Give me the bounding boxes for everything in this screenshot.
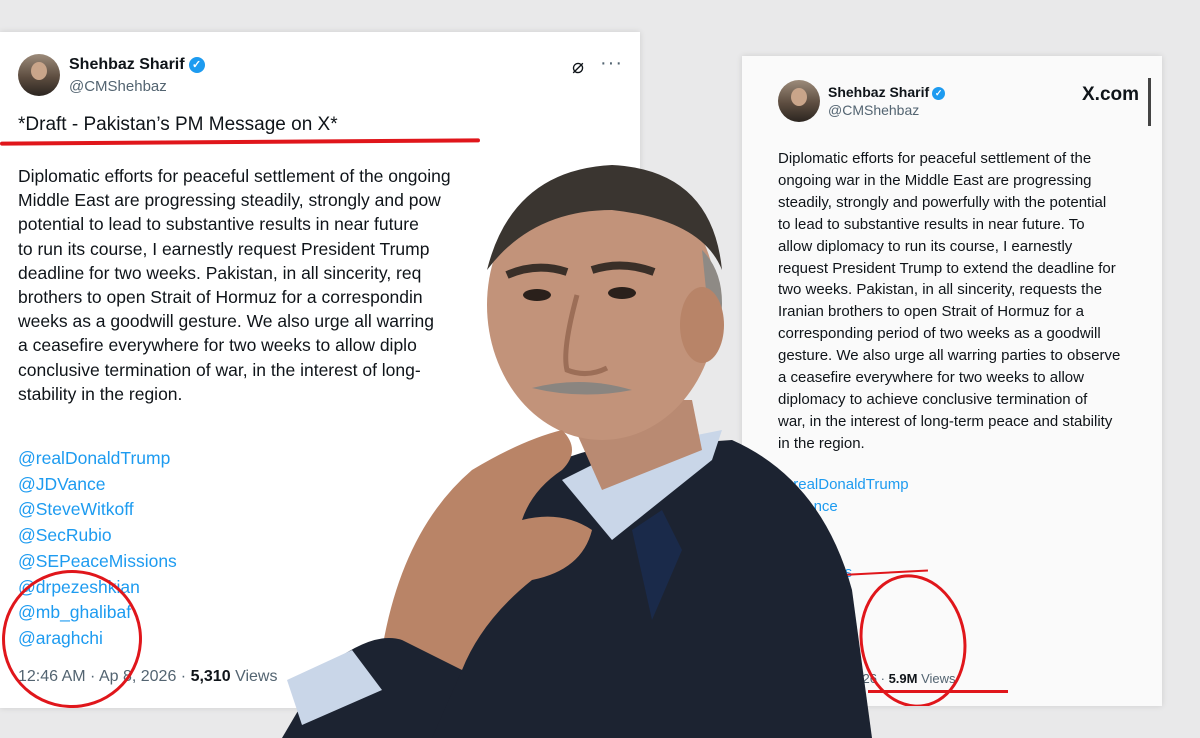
divider (1148, 78, 1151, 126)
views-count: 5,310 (190, 668, 231, 685)
avatar[interactable] (18, 54, 60, 96)
grok-icon[interactable]: ⌀ (572, 54, 584, 79)
red-underline-annotation (0, 138, 481, 146)
author-handle[interactable]: @CMShehbaz (828, 102, 919, 118)
author-handle[interactable]: @CMShehbaz (69, 78, 167, 95)
draft-header: *Draft - Pakistan’s PM Message on X* (18, 114, 338, 135)
more-options-icon[interactable]: ··· (600, 52, 623, 75)
author-name[interactable]: Shehbaz Sharif ✓ (69, 56, 205, 74)
mention-link[interactable]: @SecRubio (18, 523, 177, 549)
avatar[interactable] (778, 80, 820, 122)
author-name-text: Shehbaz Sharif (828, 84, 930, 100)
x-com-logo: X.com (1082, 84, 1140, 105)
red-underline-annotation (868, 690, 1008, 693)
mention-link[interactable]: @JDVance (18, 472, 177, 498)
mention-link[interactable]: @realDonaldTrump (18, 446, 177, 472)
mention-link[interactable]: @SEPeaceMissions (18, 549, 177, 575)
author-name-text: Shehbaz Sharif (69, 56, 185, 73)
verified-badge-icon: ✓ (932, 86, 946, 100)
author-name[interactable]: Shehbaz Sharif ✓ (828, 84, 946, 100)
verified-badge-icon: ✓ (188, 56, 205, 73)
portrait-photo (282, 165, 872, 738)
mention-link[interactable]: @SteveWitkoff (18, 497, 177, 523)
ear (680, 287, 724, 363)
